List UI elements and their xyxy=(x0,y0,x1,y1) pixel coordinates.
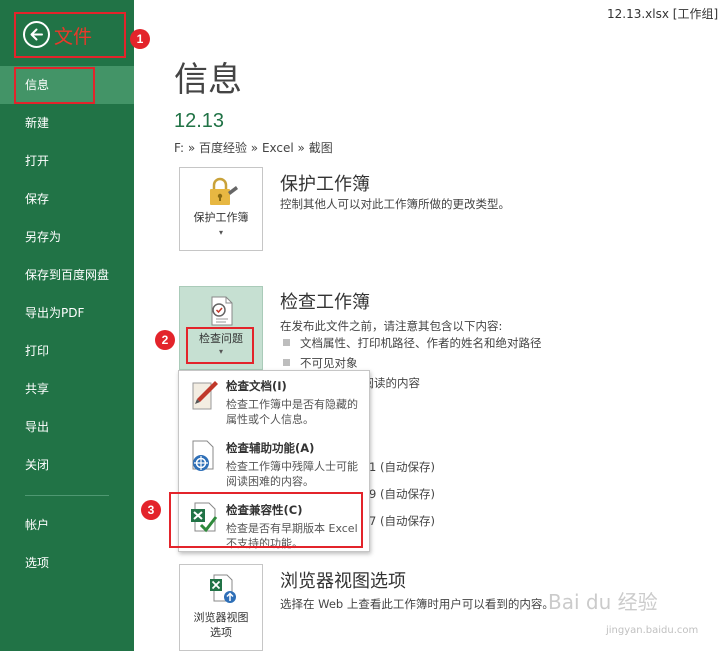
menu-item-inspect-document[interactable]: 检查文档(I) 检查工作簿中是否有隐藏的属性或个人信息。 xyxy=(179,371,369,433)
protect-workbook-button[interactable]: 保护工作簿 ▾ xyxy=(179,167,263,251)
annotation-badge-2: 2 xyxy=(155,330,175,350)
sidebar-item-save[interactable]: 保存 xyxy=(0,180,134,218)
browser-view-icon xyxy=(210,574,236,603)
browser-view-label-line2: 选项 xyxy=(210,626,232,639)
browser-view-label-line1: 浏览器视图 xyxy=(193,611,249,624)
accessibility-icon xyxy=(192,440,214,471)
baidu-watermark-url: jingyan.baidu.com xyxy=(606,625,699,636)
annotation-badge-3: 3 xyxy=(141,500,161,520)
browser-view-desc: 选择在 Web 上查看此工作簿时用户可以看到的内容。 xyxy=(280,597,554,611)
protect-workbook-title: 保护工作簿 xyxy=(280,174,370,195)
sidebar-item-export-pdf[interactable]: 导出为PDF xyxy=(0,294,134,332)
sidebar-item-new[interactable]: 新建 xyxy=(0,104,134,142)
inspect-document-icon xyxy=(211,296,233,326)
sidebar-item-save-to-baidu[interactable]: 保存到百度网盘 xyxy=(0,256,134,294)
sidebar-divider xyxy=(25,495,109,496)
version-entry[interactable]: 7 (自动保存) xyxy=(369,513,435,529)
sidebar-item-account[interactable]: 帐户 xyxy=(0,506,134,544)
browser-view-title: 浏览器视图选项 xyxy=(280,571,406,592)
inspect-bullet: 不可见对象 xyxy=(280,355,358,371)
menu-item-desc: 检查工作簿中是否有隐藏的属性或个人信息。 xyxy=(226,398,358,426)
baidu-watermark: Bai du 经验 xyxy=(548,590,658,614)
sidebar-item-open[interactable]: 打开 xyxy=(0,142,134,180)
chevron-down-icon: ▾ xyxy=(218,228,223,237)
inspect-bullet: 文档属性、打印机路径、作者的姓名和绝对路径 xyxy=(280,335,542,351)
menu-item-check-accessibility[interactable]: 检查辅助功能(A) 检查工作簿中残障人士可能阅读困难的内容。 xyxy=(179,433,369,495)
protect-workbook-tile-label: 保护工作簿 xyxy=(193,211,249,224)
version-entry[interactable]: 9 (自动保存) xyxy=(369,486,435,502)
annotation-badge-1: 1 xyxy=(130,29,150,49)
sidebar-item-save-as[interactable]: 另存为 xyxy=(0,218,134,256)
version-entry[interactable]: 1 (自动保存) xyxy=(369,459,435,475)
file-name: 12.13 xyxy=(174,110,225,132)
sidebar-item-share[interactable]: 共享 xyxy=(0,370,134,408)
sidebar-item-close[interactable]: 关闭 xyxy=(0,446,134,484)
annotation-box-1 xyxy=(14,12,126,58)
lock-icon xyxy=(210,177,238,205)
file-path-breadcrumb[interactable]: F: » 百度经验 » Excel » 截图 xyxy=(174,139,333,156)
inspect-document-icon xyxy=(192,381,218,410)
menu-item-title: 检查辅助功能(A) xyxy=(226,441,315,455)
window-title: 12.13.xlsx [工作组] - xyxy=(607,7,720,21)
menu-item-title: 检查文档(I) xyxy=(226,379,287,393)
sidebar-item-options[interactable]: 选项 xyxy=(0,544,134,582)
inspect-workbook-desc: 在发布此文件之前，请注意其包含以下内容: xyxy=(280,319,503,333)
protect-workbook-desc: 控制其他人可以对此工作簿所做的更改类型。 xyxy=(280,197,510,211)
annotation-box-2 xyxy=(186,327,254,364)
menu-item-desc: 检查工作簿中残障人士可能阅读困难的内容。 xyxy=(226,460,358,488)
sidebar-item-export[interactable]: 导出 xyxy=(0,408,134,446)
annotation-box-info xyxy=(14,67,95,104)
sidebar-item-print[interactable]: 打印 xyxy=(0,332,134,370)
page-title: 信息 xyxy=(174,60,242,100)
annotation-box-3 xyxy=(169,492,363,548)
inspect-workbook-title: 检查工作簿 xyxy=(280,292,370,313)
browser-view-options-button[interactable]: 浏览器视图 选项 xyxy=(179,564,263,651)
